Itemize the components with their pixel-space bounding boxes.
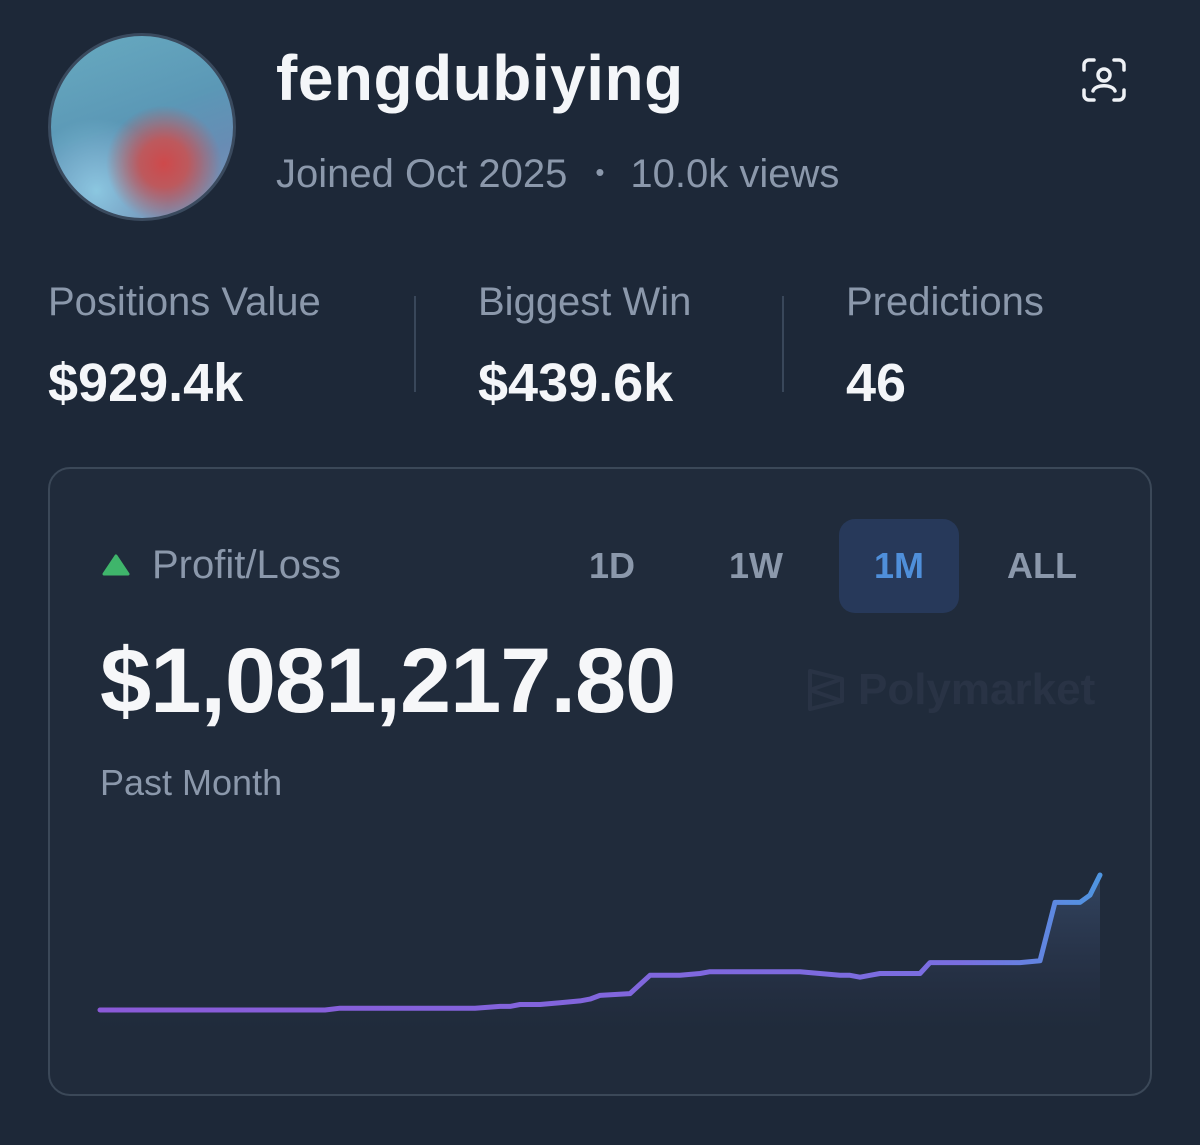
stat-label: Biggest Win [478, 280, 692, 324]
stat-positions-value: Positions Value $929.4k [48, 282, 321, 410]
scan-profile-button[interactable] [1080, 56, 1128, 104]
pnl-area [100, 875, 1100, 1029]
meta-separator: • [595, 157, 605, 187]
scan-profile-icon [1082, 58, 1126, 102]
stat-label: Positions Value [48, 280, 321, 324]
stat-predictions: Predictions 46 [846, 282, 1044, 410]
profile-meta: Joined Oct 2025 • 10.0k views [276, 154, 839, 194]
stat-label: Predictions [846, 280, 1044, 324]
username: fengdubiying [276, 42, 684, 114]
avatar[interactable] [48, 33, 236, 221]
stat-divider [782, 296, 784, 392]
stat-value: $929.4k [48, 353, 244, 413]
pnl-card: Profit/Loss 1D 1W 1M ALL $1,081,217.80 P… [48, 467, 1152, 1096]
joined-date: Joined Oct 2025 [276, 152, 568, 196]
stat-divider [414, 296, 416, 392]
stat-value: 46 [846, 353, 907, 413]
pnl-chart [97, 872, 1103, 1029]
view-count: 10.0k views [630, 152, 840, 196]
stat-value: $439.6k [478, 353, 674, 413]
stat-biggest-win: Biggest Win $439.6k [478, 282, 691, 410]
